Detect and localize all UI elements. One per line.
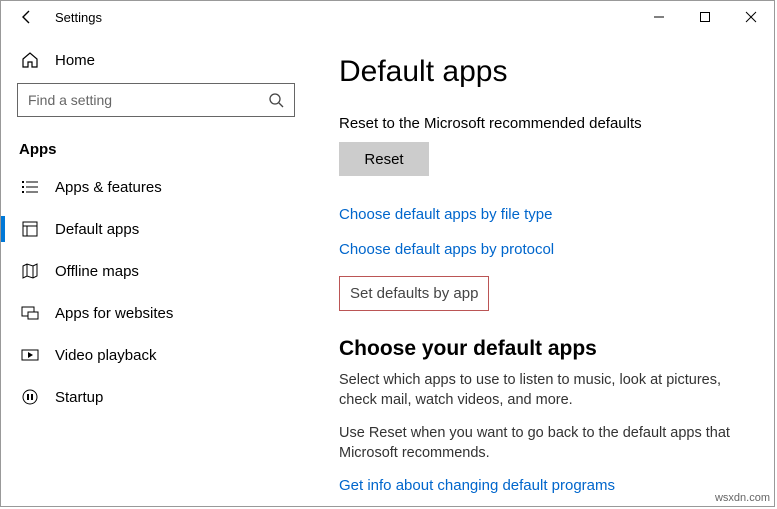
apps-websites-icon bbox=[21, 304, 39, 322]
maximize-button[interactable] bbox=[682, 1, 728, 33]
window-title: Settings bbox=[55, 10, 102, 25]
sidebar-item-home[interactable]: Home bbox=[17, 41, 295, 83]
reset-button[interactable]: Reset bbox=[339, 142, 429, 176]
map-icon bbox=[21, 262, 39, 280]
sidebar-section-header: Apps bbox=[19, 141, 295, 158]
list-icon bbox=[21, 178, 39, 196]
sidebar-item-offline-maps[interactable]: Offline maps bbox=[17, 250, 295, 292]
sidebar-item-video-playback[interactable]: Video playback bbox=[17, 334, 295, 376]
home-label: Home bbox=[55, 52, 95, 69]
back-button[interactable] bbox=[9, 9, 49, 25]
link-choose-by-protocol[interactable]: Choose default apps by protocol bbox=[339, 241, 746, 258]
default-apps-icon bbox=[21, 220, 39, 238]
sidebar-item-label: Apps & features bbox=[55, 179, 162, 196]
watermark: wsxdn.com bbox=[715, 492, 770, 504]
sidebar-item-label: Startup bbox=[55, 389, 103, 406]
sidebar-item-startup[interactable]: Startup bbox=[17, 376, 295, 418]
search-placeholder: Find a setting bbox=[28, 92, 112, 108]
sidebar-item-apps-websites[interactable]: Apps for websites bbox=[17, 292, 295, 334]
page-title: Default apps bbox=[339, 55, 746, 89]
body-paragraph-1: Select which apps to use to listen to mu… bbox=[339, 371, 746, 410]
sidebar-item-label: Apps for websites bbox=[55, 305, 173, 322]
home-icon bbox=[21, 51, 39, 69]
sidebar-item-label: Offline maps bbox=[55, 263, 139, 280]
content-area: Default apps Reset to the Microsoft reco… bbox=[311, 33, 774, 506]
startup-icon bbox=[21, 388, 39, 406]
body-paragraph-2: Use Reset when you want to go back to th… bbox=[339, 424, 746, 463]
sidebar-item-label: Default apps bbox=[55, 221, 139, 238]
sidebar-item-default-apps[interactable]: Default apps bbox=[17, 208, 295, 250]
search-input[interactable]: Find a setting bbox=[17, 83, 295, 117]
sidebar-item-apps-features[interactable]: Apps & features bbox=[17, 166, 295, 208]
reset-description: Reset to the Microsoft recommended defau… bbox=[339, 115, 746, 132]
close-button[interactable] bbox=[728, 1, 774, 33]
sub-heading: Choose your default apps bbox=[339, 337, 746, 361]
sidebar-item-label: Video playback bbox=[55, 347, 156, 364]
sidebar: Home Find a setting Apps Apps & features bbox=[1, 33, 311, 506]
link-choose-by-filetype[interactable]: Choose default apps by file type bbox=[339, 206, 746, 223]
minimize-button[interactable] bbox=[636, 1, 682, 33]
titlebar: Settings bbox=[1, 1, 774, 33]
link-set-defaults-by-app[interactable]: Set defaults by app bbox=[339, 276, 489, 311]
video-icon bbox=[21, 346, 39, 364]
search-icon bbox=[268, 92, 284, 108]
link-get-info[interactable]: Get info about changing default programs bbox=[339, 477, 746, 494]
